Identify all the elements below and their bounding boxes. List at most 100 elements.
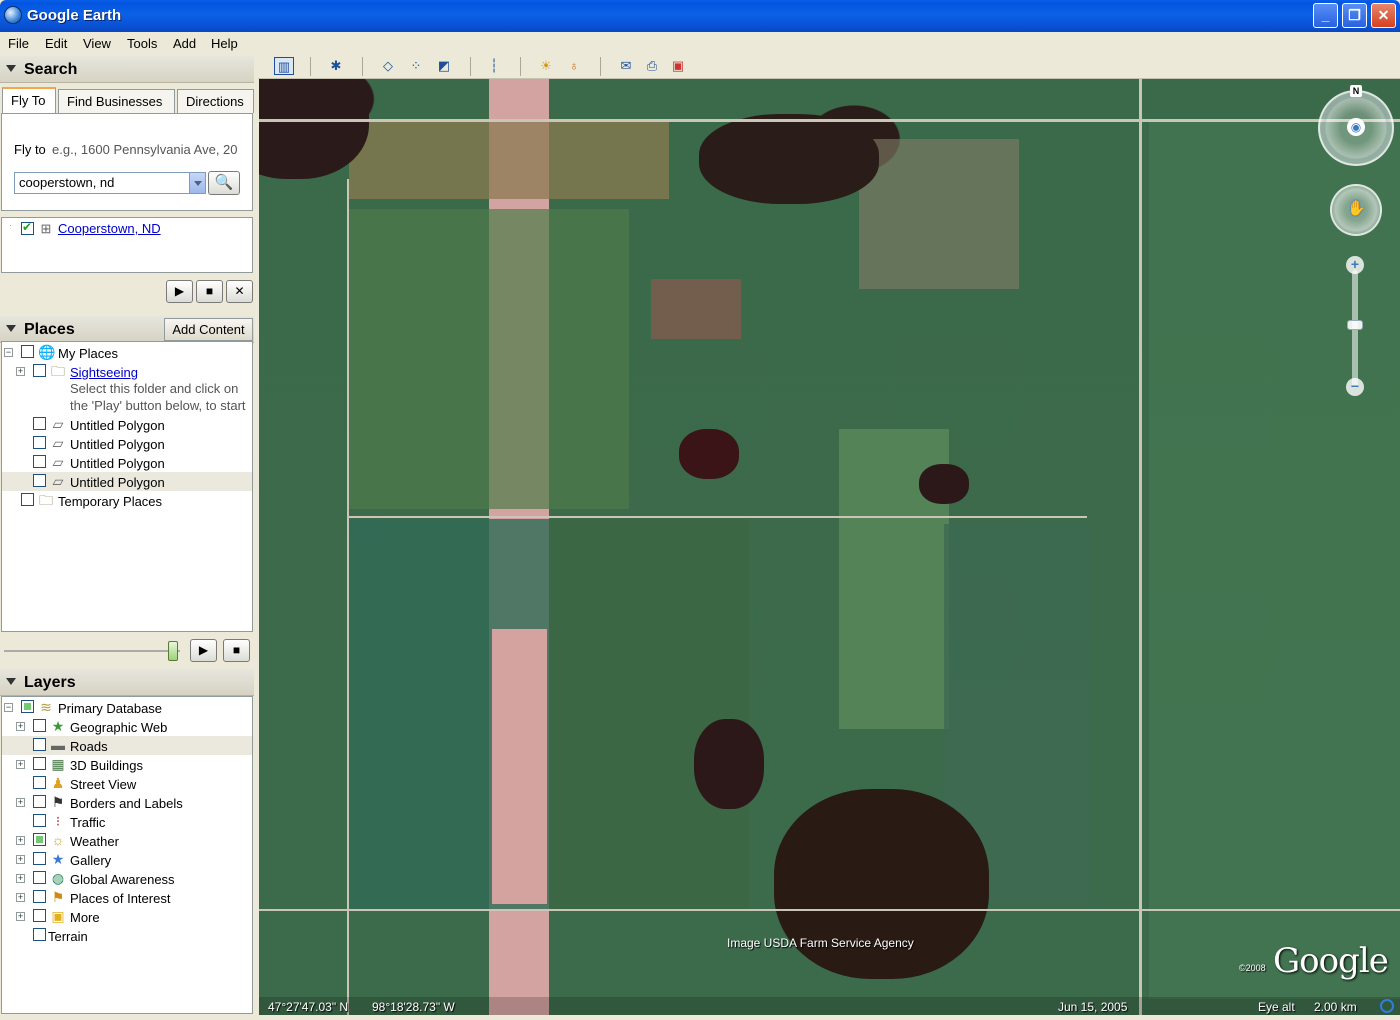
path-tool-icon[interactable]: ⁘ xyxy=(406,57,426,75)
layer-checkbox[interactable] xyxy=(33,852,46,865)
layer-checkbox[interactable] xyxy=(33,871,46,884)
close-button[interactable]: ✕ xyxy=(1371,3,1396,28)
layer-row[interactable]: + ★ Geographic Web xyxy=(2,717,252,736)
layer-row[interactable]: ⁝ Traffic xyxy=(2,812,252,831)
expand-icon[interactable]: + xyxy=(16,836,25,845)
layer-row[interactable]: + ⚑ Borders and Labels xyxy=(2,793,252,812)
expand-icon[interactable]: + xyxy=(16,855,25,864)
layer-row[interactable]: − ≋ Primary Database xyxy=(2,698,252,717)
print-icon[interactable]: ⎙ xyxy=(642,57,662,75)
polygon-checkbox[interactable] xyxy=(33,474,46,487)
layer-checkbox[interactable] xyxy=(21,700,34,713)
zoom-in-button[interactable]: + xyxy=(1346,256,1364,274)
zoom-slider-knob[interactable] xyxy=(1347,320,1363,330)
stop-button[interactable]: ■ xyxy=(223,639,250,662)
layer-checkbox[interactable] xyxy=(33,776,46,789)
menu-help[interactable]: Help xyxy=(211,36,238,51)
tree-row-polygon[interactable]: ▱ Untitled Polygon xyxy=(2,453,252,472)
google-earth-icon xyxy=(4,6,22,24)
play-button[interactable]: ▶ xyxy=(190,639,217,662)
layer-checkbox[interactable] xyxy=(33,928,46,941)
email-icon[interactable]: ✉ xyxy=(616,57,636,75)
collapse-icon[interactable]: − xyxy=(4,703,13,712)
sightseeing-checkbox[interactable] xyxy=(33,364,46,377)
zoom-out-button[interactable]: − xyxy=(1346,378,1364,396)
maximize-button[interactable]: ❐ xyxy=(1342,3,1367,28)
expand-icon[interactable]: + xyxy=(16,367,25,376)
layer-checkbox[interactable] xyxy=(33,890,46,903)
fly-to-input[interactable]: cooperstown, nd xyxy=(14,172,206,194)
add-content-button[interactable]: Add Content xyxy=(164,318,253,341)
map-view[interactable]: Image USDA Farm Service Agency ©2008 Goo… xyxy=(259,79,1400,1015)
tree-row-polygon[interactable]: ▱ Untitled Polygon xyxy=(2,472,252,491)
layer-row[interactable]: + ◍ Global Awareness xyxy=(2,869,252,888)
imagery-date: Jun 15, 2005 xyxy=(1058,1000,1128,1014)
layer-checkbox[interactable] xyxy=(33,719,46,732)
tree-row-my-places[interactable]: − 🌐 My Places xyxy=(2,343,252,362)
layer-checkbox[interactable] xyxy=(33,757,46,770)
menu-view[interactable]: View xyxy=(83,36,111,51)
google-maps-icon[interactable]: ▣ xyxy=(668,57,688,75)
result-checkbox[interactable] xyxy=(21,220,34,235)
expand-icon[interactable]: + xyxy=(16,722,25,731)
dropdown-arrow-icon[interactable] xyxy=(189,173,205,193)
north-indicator[interactable]: N xyxy=(1350,85,1362,97)
menu-edit[interactable]: Edit xyxy=(45,36,67,51)
expand-icon[interactable]: + xyxy=(16,912,25,921)
expand-icon[interactable]: + xyxy=(16,874,25,883)
tab-directions[interactable]: Directions xyxy=(177,89,254,113)
tab-fly-to[interactable]: Fly To xyxy=(2,87,56,113)
planet-icon[interactable]: ♁ xyxy=(564,57,584,75)
hand-icon[interactable]: ✋ xyxy=(1347,200,1366,218)
layer-row[interactable]: + ▣ More xyxy=(2,907,252,926)
tour-slider-track[interactable] xyxy=(4,650,180,652)
polygon-checkbox[interactable] xyxy=(33,436,46,449)
tree-row-polygon[interactable]: ▱ Untitled Polygon xyxy=(2,434,252,453)
tour-slider-knob[interactable] xyxy=(168,641,178,661)
search-button[interactable]: 🔍 xyxy=(208,171,240,195)
temporary-places-checkbox[interactable] xyxy=(21,493,34,506)
expand-icon[interactable]: + xyxy=(16,798,25,807)
result-link[interactable]: Cooperstown, ND xyxy=(58,221,161,236)
layers-panel-header[interactable]: Layers xyxy=(0,669,254,696)
layer-checkbox[interactable] xyxy=(33,738,46,751)
polygon-checkbox[interactable] xyxy=(33,455,46,468)
ruler-icon[interactable]: ┆ xyxy=(484,57,504,75)
polygon-checkbox[interactable] xyxy=(33,417,46,430)
menu-file[interactable]: File xyxy=(8,36,29,51)
tree-row-polygon[interactable]: ▱ Untitled Polygon xyxy=(2,415,252,434)
minimize-button[interactable]: _ xyxy=(1313,3,1338,28)
placemark-icon[interactable]: ✱ xyxy=(326,57,346,75)
layer-checkbox[interactable] xyxy=(33,795,46,808)
layer-checkbox[interactable] xyxy=(33,833,46,846)
layer-checkbox[interactable] xyxy=(33,814,46,827)
stop-tour-button[interactable]: ■ xyxy=(196,280,223,303)
menu-add[interactable]: Add xyxy=(173,36,196,51)
layer-row[interactable]: ▬ Roads xyxy=(2,736,252,755)
layer-row[interactable]: + ☼ Weather xyxy=(2,831,252,850)
layer-row[interactable]: + ▦ 3D Buildings xyxy=(2,755,252,774)
polygon-tool-icon[interactable]: ◇ xyxy=(378,57,398,75)
polygon-icon: ▱ xyxy=(52,416,64,432)
eye-icon[interactable]: ◉ xyxy=(1347,118,1365,136)
play-tour-button[interactable]: ▶ xyxy=(166,280,193,303)
layer-row[interactable]: ♟ Street View xyxy=(2,774,252,793)
expand-icon[interactable]: + xyxy=(16,760,25,769)
image-overlay-icon[interactable]: ◩ xyxy=(434,57,454,75)
tree-row-temporary-places[interactable]: 🗀 Temporary Places xyxy=(2,491,252,510)
layer-row[interactable]: + ⚑ Places of Interest xyxy=(2,888,252,907)
tree-row-sightseeing[interactable]: + 🗀 Sightseeing xyxy=(2,362,252,381)
clear-search-button[interactable]: ✕ xyxy=(226,280,253,303)
tab-find-businesses[interactable]: Find Businesses xyxy=(58,89,175,113)
expand-icon[interactable]: + xyxy=(16,893,25,902)
my-places-checkbox[interactable] xyxy=(21,345,34,358)
collapse-icon[interactable]: − xyxy=(4,348,13,357)
search-panel-header[interactable]: Search xyxy=(0,56,254,83)
menu-tools[interactable]: Tools xyxy=(127,36,157,51)
sidebar-toggle-icon[interactable]: ▥ xyxy=(274,57,294,75)
sunlight-icon[interactable]: ☀ xyxy=(536,57,556,75)
layer-row[interactable]: Terrain xyxy=(2,926,252,945)
layer-label: Places of Interest xyxy=(70,891,171,906)
layer-row[interactable]: + ★ Gallery xyxy=(2,850,252,869)
layer-checkbox[interactable] xyxy=(33,909,46,922)
